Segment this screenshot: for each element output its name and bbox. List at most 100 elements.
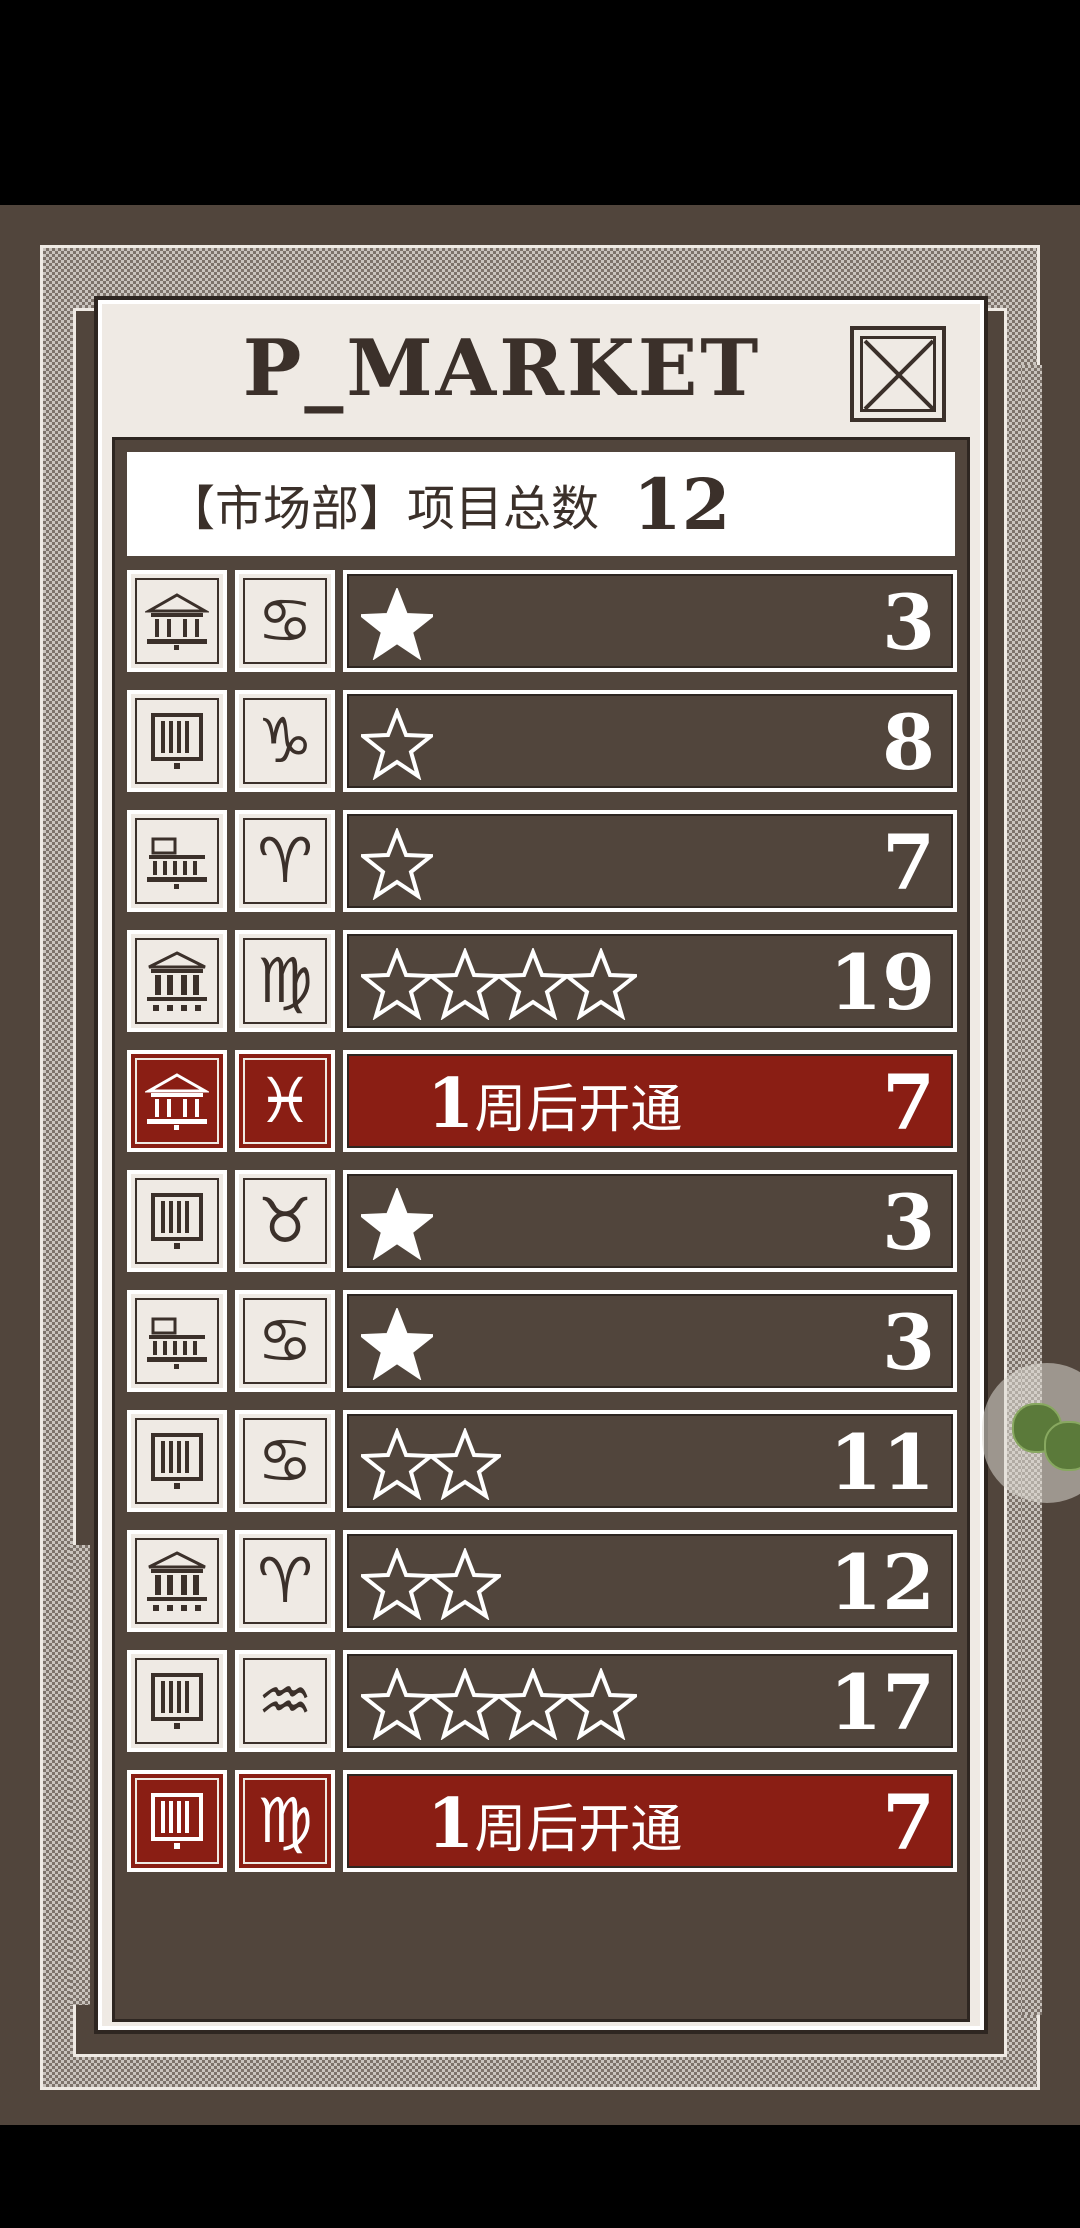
star-rating bbox=[361, 1548, 501, 1620]
star-icon bbox=[361, 1428, 433, 1500]
left-strip bbox=[70, 1545, 90, 2005]
header-label: 【市场部】项目总数 bbox=[167, 481, 600, 537]
list-header: 【市场部】项目总数 12 bbox=[127, 452, 955, 556]
zodiac-symbol: ♋ bbox=[257, 584, 313, 657]
temple-building-icon bbox=[127, 1050, 227, 1152]
virgo-icon: ♍ bbox=[235, 930, 335, 1032]
unlock-text: 周后开通 bbox=[474, 1800, 683, 1860]
star-icon bbox=[429, 1428, 501, 1500]
project-row[interactable]: ♓ 1周后开通 7 bbox=[127, 1050, 957, 1152]
panel-title: P_MARKET bbox=[242, 323, 762, 414]
star-rating bbox=[361, 948, 637, 1020]
aries-icon: ♈ bbox=[235, 1530, 335, 1632]
star-icon bbox=[361, 1308, 433, 1380]
close-button[interactable] bbox=[850, 326, 946, 422]
total-count: 12 bbox=[633, 462, 731, 546]
cancer-icon: ♋ bbox=[235, 570, 335, 672]
star-icon bbox=[361, 1188, 433, 1260]
project-list: 【市场部】项目总数 12 ♋ 3 ♑ 8 ♈ 7 ♍ 19 ♓ 1周后开通 7 … bbox=[112, 437, 970, 2022]
unlock-weeks: 1 bbox=[427, 1064, 475, 1144]
project-bar: 3 bbox=[343, 570, 957, 672]
star-icon bbox=[361, 708, 433, 780]
project-bar: 8 bbox=[343, 690, 957, 792]
zodiac-symbol: ♋ bbox=[257, 1424, 313, 1497]
star-rating bbox=[361, 708, 433, 780]
star-rating bbox=[361, 1668, 637, 1740]
project-value: 3 bbox=[882, 1178, 935, 1267]
virgo-icon: ♍ bbox=[235, 1770, 335, 1872]
zodiac-symbol: ♓ bbox=[257, 1064, 313, 1137]
tall-building-icon bbox=[127, 1650, 227, 1752]
zodiac-symbol: ♉ bbox=[257, 1184, 313, 1257]
bank-building-icon bbox=[127, 1530, 227, 1632]
project-row[interactable]: ♑ 8 bbox=[127, 690, 957, 792]
star-icon bbox=[361, 948, 433, 1020]
project-bar: 12 bbox=[343, 1530, 957, 1632]
zodiac-symbol: ♍ bbox=[257, 944, 313, 1017]
project-value: 19 bbox=[829, 938, 935, 1027]
cancer-icon: ♋ bbox=[235, 1290, 335, 1392]
project-row[interactable]: ♈ 12 bbox=[127, 1530, 957, 1632]
zodiac-symbol: ♋ bbox=[257, 1304, 313, 1377]
project-row[interactable]: ♍ 1周后开通 7 bbox=[127, 1770, 957, 1872]
project-value: 7 bbox=[882, 818, 935, 907]
assistant-icon-part bbox=[1044, 1421, 1080, 1471]
project-bar: 3 bbox=[343, 1290, 957, 1392]
zodiac-symbol: ♍ bbox=[257, 1784, 313, 1857]
project-bar: 11 bbox=[343, 1410, 957, 1512]
pisces-icon: ♓ bbox=[235, 1050, 335, 1152]
project-value: 8 bbox=[882, 698, 935, 787]
star-icon bbox=[429, 1668, 501, 1740]
project-row[interactable]: ♋ 11 bbox=[127, 1410, 957, 1512]
aquarius-icon: ♒ bbox=[235, 1650, 335, 1752]
project-value: 12 bbox=[829, 1538, 935, 1627]
star-rating bbox=[361, 1188, 433, 1260]
project-row[interactable]: ♈ 7 bbox=[127, 810, 957, 912]
project-row[interactable]: ♋ 3 bbox=[127, 570, 957, 672]
star-icon bbox=[497, 1668, 569, 1740]
star-icon bbox=[361, 588, 433, 660]
zodiac-symbol: ♈ bbox=[257, 824, 313, 897]
factory-building-icon bbox=[127, 1290, 227, 1392]
star-icon bbox=[361, 1668, 433, 1740]
aries-icon: ♈ bbox=[235, 810, 335, 912]
zodiac-symbol: ♒ bbox=[257, 1664, 313, 1737]
right-scroll-strip bbox=[1022, 365, 1042, 2015]
project-bar: 17 bbox=[343, 1650, 957, 1752]
market-panel: P_MARKET 【市场部】项目总数 12 ♋ 3 ♑ 8 ♈ 7 ♍ 19 ♓… bbox=[98, 300, 984, 2030]
star-icon bbox=[361, 828, 433, 900]
project-value: 11 bbox=[829, 1418, 935, 1507]
star-rating bbox=[361, 1428, 501, 1500]
game-area: P_MARKET 【市场部】项目总数 12 ♋ 3 ♑ 8 ♈ 7 ♍ 19 ♓… bbox=[0, 205, 1080, 2125]
unlock-weeks: 1 bbox=[427, 1784, 475, 1864]
star-rating bbox=[361, 588, 433, 660]
star-icon bbox=[361, 1548, 433, 1620]
project-value: 7 bbox=[882, 1058, 935, 1147]
tall-building-icon bbox=[127, 690, 227, 792]
project-row[interactable]: ♉ 3 bbox=[127, 1170, 957, 1272]
taurus-icon: ♉ bbox=[235, 1170, 335, 1272]
tall-building-icon bbox=[127, 1170, 227, 1272]
unlock-text: 周后开通 bbox=[474, 1080, 683, 1140]
star-icon bbox=[565, 1668, 637, 1740]
cancer-icon: ♋ bbox=[235, 1410, 335, 1512]
star-icon bbox=[429, 948, 501, 1020]
project-row[interactable]: ♍ 19 bbox=[127, 930, 957, 1032]
zodiac-symbol: ♈ bbox=[257, 1544, 313, 1617]
star-rating bbox=[361, 828, 433, 900]
tall-building-icon bbox=[127, 1770, 227, 1872]
bank-building-icon bbox=[127, 930, 227, 1032]
title-row: P_MARKET bbox=[102, 304, 980, 434]
tall-building-icon bbox=[127, 1410, 227, 1512]
capricorn-icon: ♑ bbox=[235, 690, 335, 792]
project-row[interactable]: ♒ 17 bbox=[127, 1650, 957, 1752]
project-bar: 1周后开通 7 bbox=[343, 1050, 957, 1152]
star-rating bbox=[361, 1308, 433, 1380]
project-value: 3 bbox=[882, 578, 935, 667]
project-bar: 7 bbox=[343, 810, 957, 912]
temple-building-icon bbox=[127, 570, 227, 672]
unlock-notice: 1周后开通 bbox=[427, 1064, 682, 1150]
unlock-notice: 1周后开通 bbox=[427, 1784, 682, 1870]
project-row[interactable]: ♋ 3 bbox=[127, 1290, 957, 1392]
project-bar: 3 bbox=[343, 1170, 957, 1272]
